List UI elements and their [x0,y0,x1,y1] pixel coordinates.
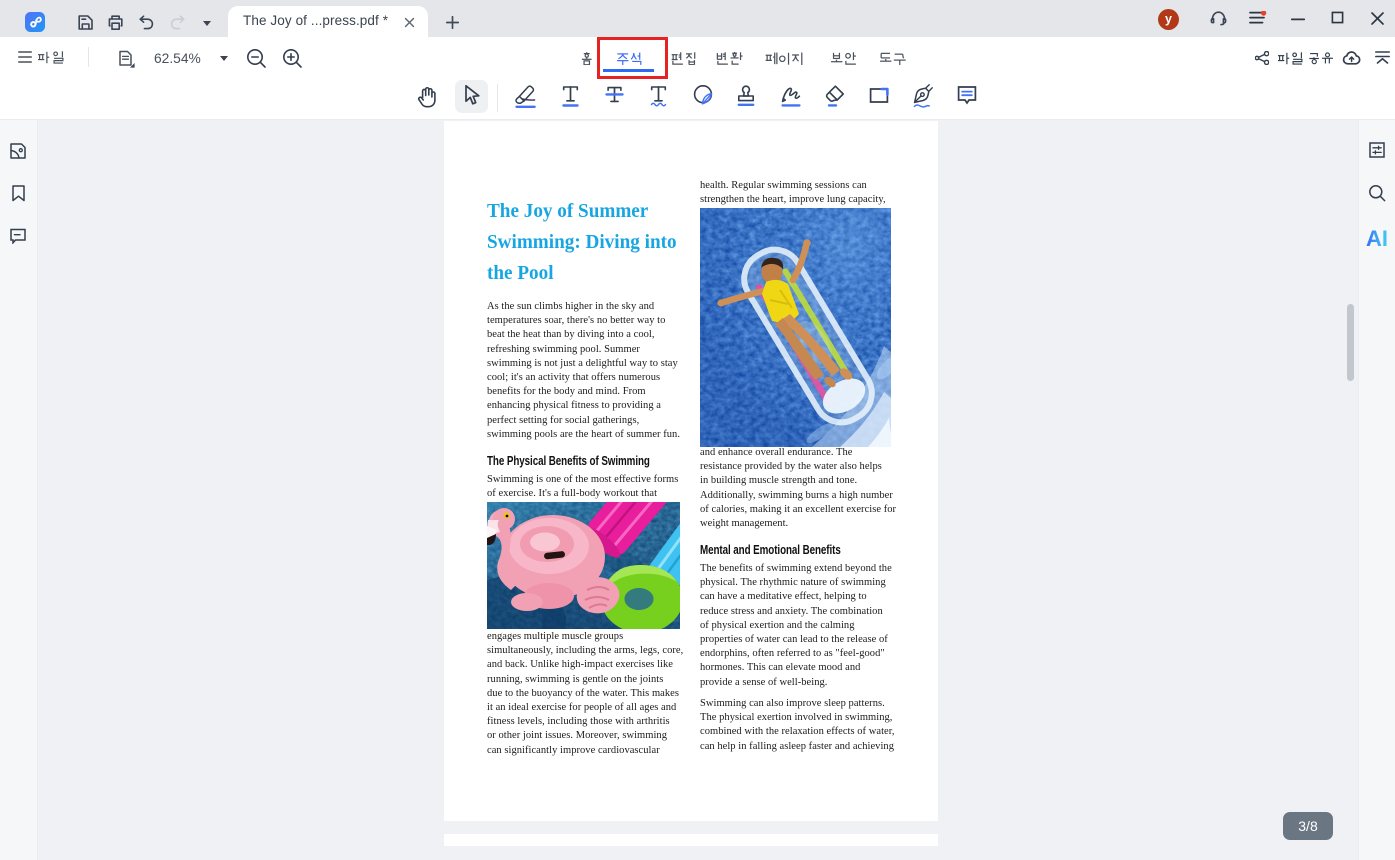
svg-text:AI: AI [1366,226,1388,250]
